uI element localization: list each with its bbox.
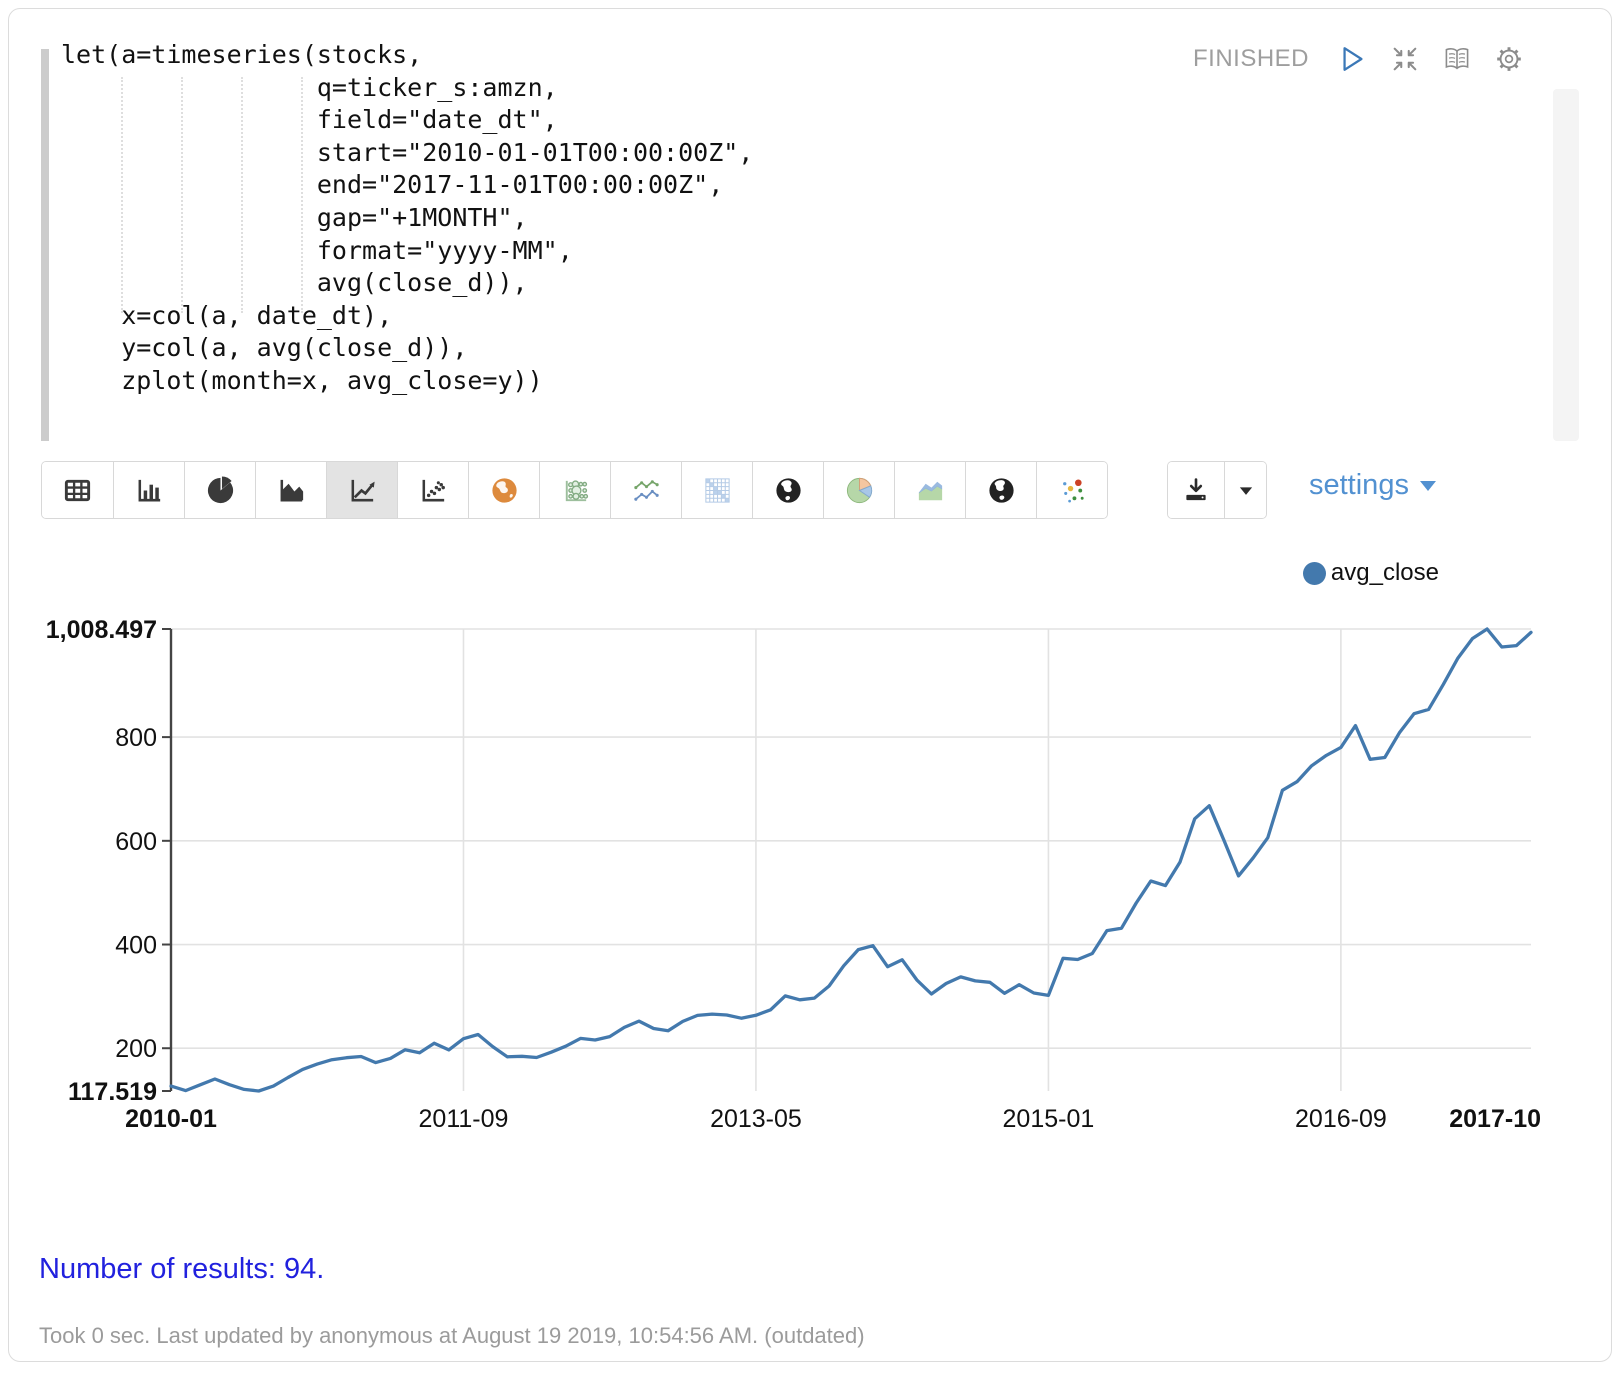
viz-globe-black-2-button[interactable] <box>965 462 1036 518</box>
visualization-toolbar: settings <box>41 461 1579 519</box>
editor-scrollbar[interactable] <box>1553 89 1579 441</box>
gear-icon[interactable] <box>1493 43 1525 75</box>
book-icon[interactable] <box>1441 43 1473 75</box>
x-axis-label: 2017-10 <box>1449 1105 1541 1133</box>
indent-guide <box>241 77 243 313</box>
x-axis-label: 2011-09 <box>419 1105 509 1133</box>
results-count: Number of results: 94. <box>39 1253 324 1286</box>
line-chart: 1,008.497 800 600 400 200 117.5192010-01 2011-… <box>9 597 1613 1177</box>
viz-bar-chart-button[interactable] <box>113 462 184 518</box>
indent-guide <box>121 77 123 313</box>
viz-heatmap-button[interactable] <box>681 462 752 518</box>
viz-globe-black-button[interactable] <box>752 462 823 518</box>
viz-world-map-orange-button[interactable] <box>468 462 539 518</box>
y-axis-label: 800 <box>115 724 157 752</box>
editor-gutter <box>41 49 49 441</box>
viz-table-button[interactable] <box>42 462 113 518</box>
viz-bubble-chart-button[interactable] <box>539 462 610 518</box>
series-line-avg-close <box>171 629 1531 1091</box>
chart-type-button-group <box>41 461 1108 519</box>
settings-label: settings <box>1309 469 1409 502</box>
paragraph-status: FINISHED <box>1193 45 1309 73</box>
play-icon[interactable] <box>1337 43 1369 75</box>
indent-guide <box>181 77 183 313</box>
caret-down-icon[interactable] <box>1224 462 1266 518</box>
execution-meta: Took 0 sec. Last updated by anonymous at… <box>39 1323 865 1349</box>
viz-line-chart-button[interactable] <box>326 462 397 518</box>
download-icon[interactable] <box>1168 462 1224 518</box>
y-axis-label: 600 <box>115 828 157 856</box>
y-axis-label: 1,008.497 <box>46 616 157 644</box>
paragraph-status-bar: FINISHED <box>1193 43 1525 75</box>
viz-scatter-colored-button[interactable] <box>1036 462 1107 518</box>
x-axis-label: 2015-01 <box>1003 1105 1095 1133</box>
y-axis-label: 400 <box>115 932 157 960</box>
legend-label: avg_close <box>1331 559 1439 587</box>
x-axis-label: 2016-09 <box>1295 1105 1387 1133</box>
viz-multi-line-chart-button[interactable] <box>610 462 681 518</box>
x-axis-label: 2010-01 <box>125 1105 217 1133</box>
settings-caret-icon <box>1419 479 1437 493</box>
settings-toggle[interactable]: settings <box>1309 469 1437 502</box>
download-button-group <box>1167 461 1267 519</box>
viz-stream-chart-button[interactable] <box>894 462 965 518</box>
viz-pie-chart-button[interactable] <box>184 462 255 518</box>
viz-scatter-chart-button[interactable] <box>397 462 468 518</box>
indent-guide <box>301 77 303 313</box>
code-content[interactable]: let(a=timeseries(stocks, q=ticker_s:amzn… <box>61 39 753 398</box>
x-axis-label: 2013-05 <box>710 1105 802 1133</box>
legend-dot <box>1303 562 1326 585</box>
legend-item-avg-close[interactable]: avg_close <box>1303 559 1439 587</box>
paragraph-card: let(a=timeseries(stocks, q=ticker_s:amzn… <box>8 8 1612 1362</box>
y-axis-label: 117.519 <box>68 1078 157 1106</box>
y-axis-label: 200 <box>115 1035 157 1063</box>
shrink-icon[interactable] <box>1389 43 1421 75</box>
viz-pie-chart-pastel-button[interactable] <box>823 462 894 518</box>
viz-area-chart-button[interactable] <box>255 462 326 518</box>
